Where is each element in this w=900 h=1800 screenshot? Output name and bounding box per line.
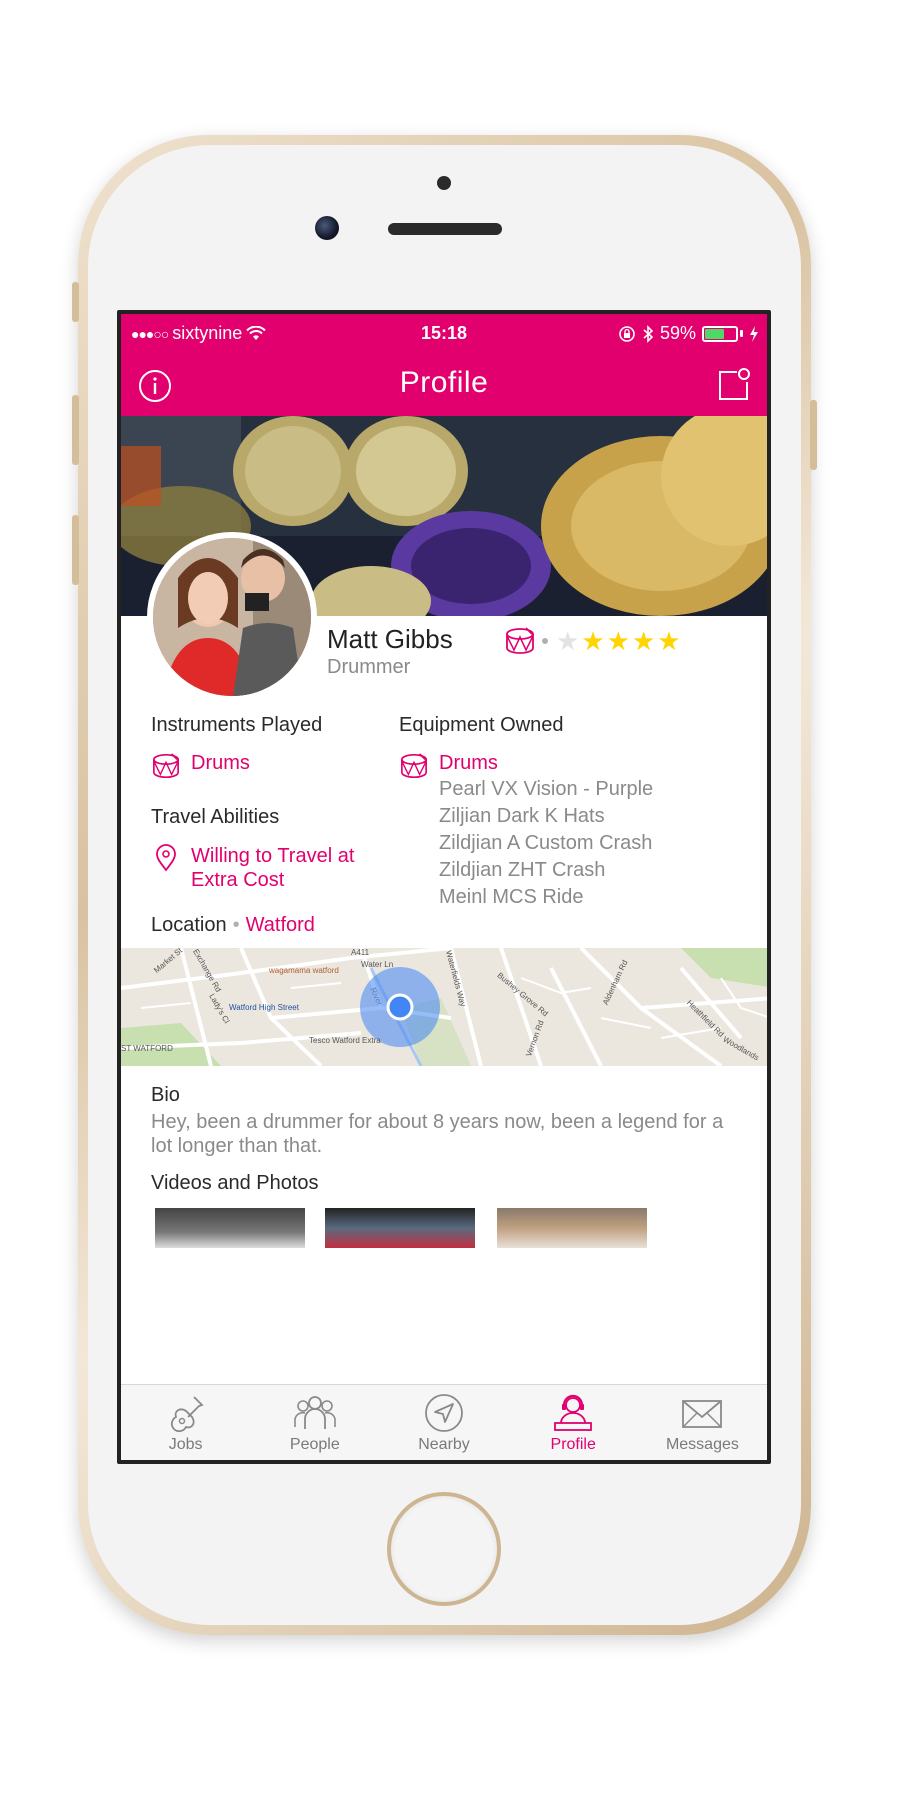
rotation-lock-icon — [619, 325, 635, 342]
proximity-sensor — [437, 176, 451, 190]
location-map[interactable]: wagamama watford Watford High Street Tes… — [121, 948, 767, 1066]
profile-role: Drummer — [327, 656, 411, 678]
location-row: Location • Watford — [151, 914, 315, 937]
tab-label: Jobs — [168, 1436, 203, 1453]
dj-profile-icon — [554, 1394, 593, 1431]
map-label: A411 — [351, 948, 370, 957]
avatar-photo — [153, 538, 311, 696]
status-bar: ●●●○○ sixtynine 15:18 59% — [121, 314, 767, 354]
tab-messages[interactable]: Messages — [638, 1385, 767, 1460]
front-camera — [315, 216, 339, 240]
map-label: Watford High Street — [229, 1003, 299, 1012]
envelope-icon — [682, 1400, 723, 1428]
travel-item: Willing to Travel at Extra Cost — [151, 844, 354, 892]
location-separator: • — [232, 914, 240, 936]
tab-jobs[interactable]: Jobs — [121, 1385, 250, 1460]
travel-value: Willing to Travel at Extra Cost — [191, 844, 354, 892]
battery-level — [705, 328, 724, 339]
rating: ★ ★ ★ ★ ★ — [504, 626, 681, 656]
list-item: Ziljian Dark K Hats — [439, 805, 605, 827]
media-thumbnail[interactable] — [497, 1208, 647, 1248]
star-icon: ★ — [581, 626, 605, 656]
list-item: Zildjian A Custom Crash — [439, 832, 653, 854]
earpiece-speaker — [388, 223, 502, 235]
profile-avatar[interactable] — [147, 532, 317, 702]
tab-label: People — [289, 1436, 340, 1453]
map-label: Water Ln — [361, 960, 394, 969]
map-label: Tesco Watford Extra — [309, 1036, 381, 1045]
star-icon: ★ — [606, 626, 630, 656]
bluetooth-icon — [643, 324, 654, 343]
compose-notification-icon[interactable] — [715, 366, 753, 404]
map-label: wagamama watford — [269, 966, 339, 975]
mute-switch — [72, 282, 79, 322]
tab-label: Nearby — [418, 1436, 470, 1453]
tab-nearby[interactable]: Nearby — [379, 1385, 508, 1460]
media-thumbnail[interactable] — [155, 1208, 305, 1248]
instrument-item[interactable]: Drums — [151, 752, 250, 780]
drum-icon — [153, 753, 179, 779]
equipment-list: Pearl VX Vision - Purple Ziljian Dark K … — [439, 776, 653, 911]
tab-bar: Jobs People Nearby Profile Messages — [121, 1384, 767, 1460]
rating-separator — [542, 638, 548, 644]
equipment-category-name: Drums — [439, 752, 498, 774]
power-button — [810, 400, 817, 470]
home-button[interactable] — [387, 1492, 501, 1606]
list-item: Meinl MCS Ride — [439, 886, 584, 908]
instrument-name: Drums — [191, 752, 250, 774]
profile-name: Matt Gibbs — [327, 624, 453, 654]
travel-value-line1: Willing to Travel at — [191, 845, 355, 867]
map-label: ST WATFORD — [121, 1044, 173, 1053]
navigation-arrow-icon — [425, 1394, 463, 1432]
volume-down-button — [72, 515, 79, 585]
app-screen: ●●●○○ sixtynine 15:18 59% Profile Matt G… — [117, 310, 771, 1464]
travel-label: Travel Abilities — [151, 806, 280, 828]
list-item: Zildjian ZHT Crash — [439, 859, 606, 881]
drum-icon — [401, 753, 427, 779]
travel-value-line2: Extra Cost — [191, 869, 285, 891]
tab-people[interactable]: People — [250, 1385, 379, 1460]
bio-text: Hey, been a drummer for about 8 years no… — [151, 1111, 724, 1157]
star-icon: ★ — [556, 626, 580, 656]
tab-profile[interactable]: Profile — [509, 1385, 638, 1460]
battery-tip — [740, 330, 743, 337]
equipment-label: Equipment Owned — [399, 714, 564, 736]
page-title: Profile — [399, 366, 489, 399]
navigation-bar: Profile — [121, 354, 767, 416]
people-icon — [293, 1396, 336, 1429]
media-label: Videos and Photos — [151, 1172, 319, 1194]
volume-up-button — [72, 395, 79, 465]
list-item: Pearl VX Vision - Purple — [439, 778, 654, 800]
status-indicators: 59% — [618, 323, 759, 344]
charging-bolt-icon — [750, 325, 758, 342]
guitar-icon — [170, 1396, 204, 1433]
battery-icon — [702, 325, 738, 342]
media-thumbnail[interactable] — [325, 1208, 475, 1248]
star-icon: ★ — [631, 626, 656, 656]
drum-icon — [506, 627, 534, 654]
location-value[interactable]: Watford — [246, 914, 315, 936]
tab-label: Profile — [550, 1436, 596, 1453]
location-pin-icon — [156, 844, 176, 872]
bio-label: Bio — [151, 1084, 180, 1106]
star-icon: ★ — [657, 626, 681, 656]
instruments-label: Instruments Played — [151, 714, 323, 736]
tab-label: Messages — [665, 1436, 739, 1453]
battery-percentage: 59% — [659, 323, 696, 343]
location-label: Location — [151, 914, 227, 936]
